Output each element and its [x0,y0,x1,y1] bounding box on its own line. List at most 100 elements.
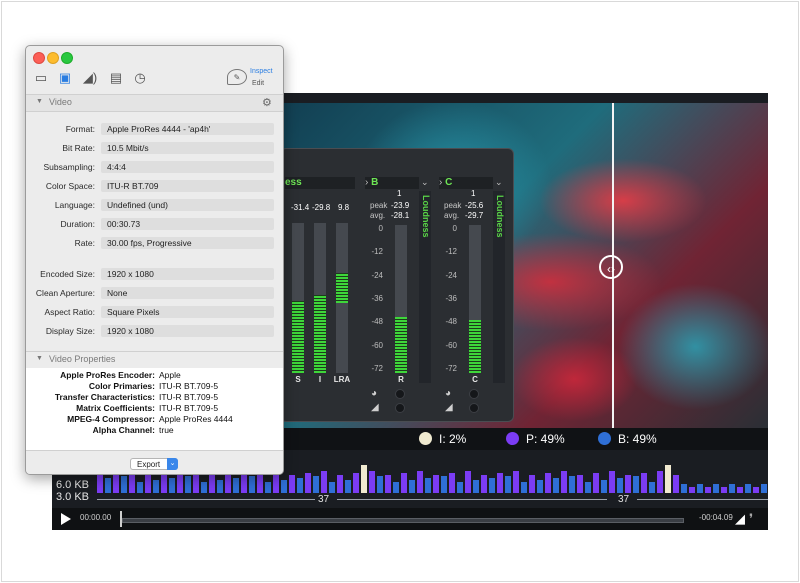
frame-bar [721,487,727,493]
frame-bar [505,476,511,493]
frame-bar [569,476,575,493]
expand-chevron-icon[interactable]: › [365,177,368,188]
property-value[interactable]: 30.00 fps, Progressive [101,237,274,249]
subtitle-icon[interactable]: ▤ [107,69,125,87]
mute-led[interactable] [395,403,405,413]
frame-bar [193,475,199,493]
frame-bar [289,475,295,493]
frame-bar [705,487,711,493]
solo-led[interactable] [469,389,479,399]
scrubber-track[interactable] [122,518,684,523]
video-property-value: ITU-R BT.709-5 [159,403,219,413]
property-value[interactable]: ITU-R BT.709 [101,180,274,192]
frame-bar [353,473,359,493]
zoom-window-icon[interactable] [61,52,73,64]
property-value[interactable]: None [101,287,274,299]
channel-c-header[interactable]: › C [439,177,493,189]
property-value[interactable]: 4:4:4 [101,161,274,173]
db-scale-label: -72 [371,364,383,373]
inspect-edit-toggle-icon[interactable]: ✎ [227,69,247,85]
mute-led[interactable] [469,403,479,413]
video-section-header[interactable]: ▼ Video ⚙ [26,94,283,112]
frame-bar [761,484,767,493]
frame-bar [521,482,527,493]
edit-mode-label[interactable]: Edit [252,80,264,87]
disclosure-triangle-icon[interactable]: ▼ [36,98,43,105]
frame-bar [617,478,623,493]
property-label: Rate: [74,238,95,248]
frame-bar [257,473,263,493]
headphones-icon[interactable]: ◕ [371,388,377,399]
frame-bar [545,473,551,493]
frame-bar [497,473,503,493]
video-icon[interactable]: ▣ [56,69,74,87]
db-scale-label: -48 [445,317,457,327]
channel-menu-chevron-icon[interactable]: ⌄ [421,177,429,188]
meter-i-level [314,295,326,373]
loudness-group-header: ess [285,177,355,189]
expand-chevron-icon[interactable]: › [439,177,442,188]
export-button[interactable]: Export ⌄ [130,458,178,470]
loudness-tab[interactable]: Loudness [419,191,431,383]
frame-bar [161,473,167,493]
channel-menu-chevron-icon[interactable]: ⌄ [495,177,503,188]
speaker-icon[interactable]: ◢ [445,402,453,413]
db-scale-label: -24 [445,270,457,280]
solo-led[interactable] [395,389,405,399]
split-handle-icon[interactable]: ‹› [599,255,623,279]
property-value[interactable]: Undefined (und) [101,199,274,211]
property-value[interactable]: Square Pixels [101,306,274,318]
scrubber-playhead[interactable] [120,511,122,527]
section-title: Video Properties [49,354,116,364]
frame-bar [361,465,367,493]
video-property-value: Apple [159,370,181,380]
speaker-icon[interactable]: ◢ [735,512,745,526]
close-window-icon[interactable] [33,52,45,64]
play-icon[interactable] [61,513,71,525]
headphones-icon[interactable]: ◕ [445,388,451,399]
loudness-tab[interactable]: Loudness [493,191,505,383]
frame-bar [697,484,703,493]
meter-letter: S [295,375,301,384]
audio-icon[interactable]: ◢) [81,69,99,87]
peak-label: peak [444,201,462,210]
frame-bar [633,476,639,493]
db-scale-label: -48 [371,317,383,327]
channel-count: 1 [471,189,476,198]
property-value[interactable]: 00:30.73 [101,218,274,230]
document-icon[interactable]: ▭ [32,69,50,87]
video-property-label: Color Primaries: [88,381,155,391]
speaker-icon[interactable]: ◢ [371,402,379,413]
property-label: Format: [65,124,95,134]
video-properties-header[interactable]: ▼ Video Properties [26,351,283,369]
stat-p-frames: P: 49% [506,431,565,447]
clock-icon[interactable]: ◷ [131,69,149,87]
chevron-down-icon[interactable]: ⌄ [167,458,178,470]
frame-bar [369,471,375,493]
property-value[interactable]: Apple ProRes 4444 - 'ap4h' [101,123,274,135]
gear-icon[interactable]: ⚙ [262,96,272,109]
stat-b-frames: B: 49% [598,431,657,447]
minimize-window-icon[interactable] [47,52,59,64]
property-value[interactable]: 1920 x 1080 [101,268,274,280]
channel-name: C [445,177,453,188]
property-value[interactable]: 1920 x 1080 [101,325,274,337]
db-scale-label: -60 [445,340,457,350]
frame-bar [729,484,735,493]
frame-bar [537,480,543,493]
inspect-mode-label[interactable]: Inspect [250,68,273,75]
property-value[interactable]: 10.5 Mbit/s [101,142,274,154]
db-scale-label: -24 [371,270,383,280]
volume-level-icon[interactable]: ❜ [749,512,753,526]
frame-bar [601,480,607,493]
video-property-value: ITU-R BT.709-5 [159,392,219,402]
frame-bar [377,476,383,493]
channel-b-header[interactable]: › B [365,177,419,189]
peak-value: -25.6 [465,201,484,210]
lra-value: 9.8 [338,203,350,212]
frame-bar [657,471,663,493]
frame-bar [433,475,439,493]
property-label: Subsampling: [43,162,95,172]
frame-bar [561,471,567,493]
disclosure-triangle-icon[interactable]: ▼ [36,355,43,362]
